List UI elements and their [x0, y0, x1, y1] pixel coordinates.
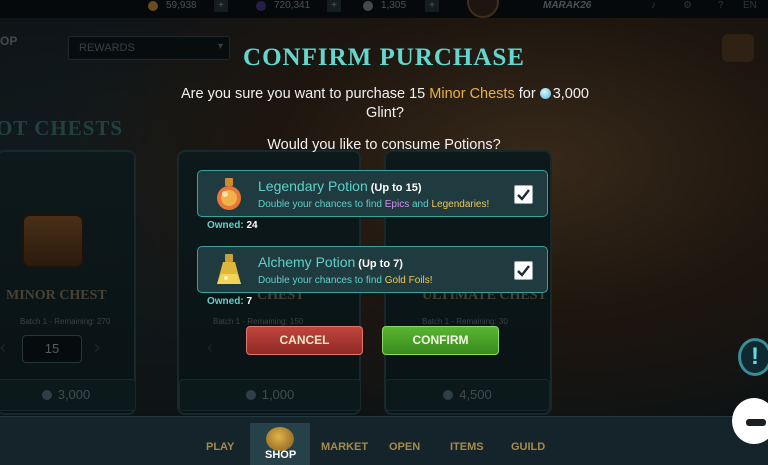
- check-icon: [517, 189, 530, 201]
- cancel-button[interactable]: CANCEL: [246, 326, 363, 355]
- alchemy-potion-icon: [217, 254, 241, 284]
- legendary-potion-checkbox[interactable]: [514, 185, 533, 204]
- legendary-potion-row[interactable]: Legendary Potion (Up to 15) Double your c…: [197, 170, 548, 217]
- nav-play[interactable]: PLAY: [206, 441, 234, 453]
- nav-open[interactable]: OPEN: [389, 441, 420, 453]
- potion-question: Would you like to consume Potions?: [267, 137, 501, 153]
- shop-chest-icon: [266, 427, 294, 451]
- check-icon: [517, 265, 530, 277]
- item-name: Minor Chests: [429, 86, 515, 102]
- legendary-potion-icon: [217, 178, 241, 210]
- alchemy-owned: Owned: 7: [207, 296, 253, 307]
- nav-shop[interactable]: SHOP: [265, 449, 296, 461]
- legendary-owned: Owned: 24: [207, 220, 258, 231]
- bottom-nav: PLAY SHOP MARKET OPEN ITEMS GUILD: [0, 416, 768, 465]
- chat-icon: [746, 419, 766, 426]
- potion-description: Double your chances to find Epics and Le…: [258, 199, 490, 210]
- nav-guild[interactable]: GUILD: [511, 441, 545, 453]
- price-amount: 3,000: [552, 86, 589, 102]
- chat-button[interactable]: [732, 398, 768, 444]
- currency-label: Glint?: [366, 105, 404, 121]
- nav-items[interactable]: ITEMS: [450, 441, 484, 453]
- potion-description: Double your chances to find Gold Foils!: [258, 275, 433, 286]
- potion-limit: (Up to 7): [358, 258, 403, 270]
- glint-gem-icon: [539, 88, 551, 99]
- potion-limit: (Up to 15): [370, 182, 422, 194]
- potion-name: Legendary Potion (Up to 15): [258, 178, 422, 194]
- purchase-question: Are you sure you want to purchase 15 Min…: [181, 86, 589, 121]
- alchemy-potion-checkbox[interactable]: [514, 261, 533, 280]
- nav-market[interactable]: MARKET: [321, 441, 368, 453]
- confirm-button[interactable]: CONFIRM: [382, 326, 499, 355]
- alchemy-potion-row[interactable]: Alchemy Potion (Up to 7) Double your chan…: [197, 246, 548, 293]
- modal-title: CONFIRM PURCHASE: [243, 44, 525, 71]
- potion-name: Alchemy Potion (Up to 7): [258, 254, 403, 270]
- alert-icon[interactable]: !: [738, 338, 768, 376]
